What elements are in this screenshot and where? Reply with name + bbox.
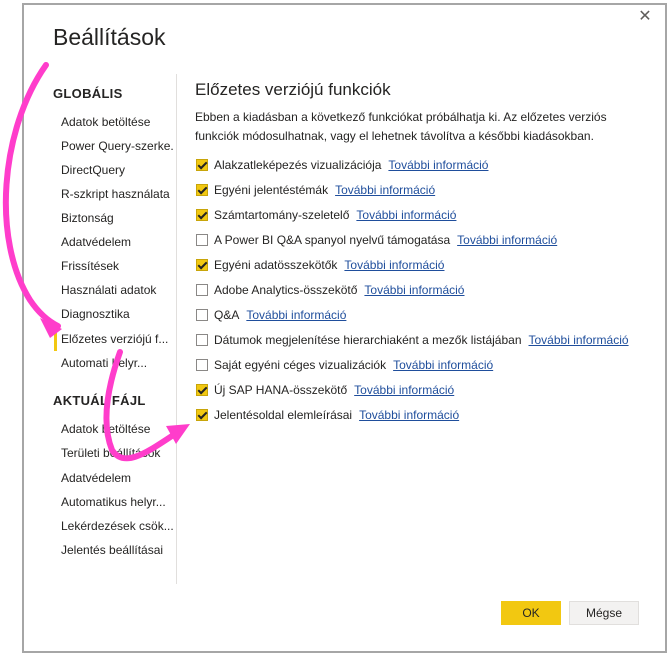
- feature-label: Egyéni jelentéstémák: [214, 183, 329, 197]
- more-info-link[interactable]: További információ: [388, 158, 488, 172]
- feature-checkbox[interactable]: [196, 159, 208, 171]
- sidebar-item-auto-recovery[interactable]: Automati helyr...: [61, 356, 174, 370]
- feature-label: Adobe Analytics-összekötő: [214, 283, 358, 297]
- feature-label: Dátumok megjelenítése hierarchiaként a m…: [214, 333, 522, 347]
- sidebar-item-diagnostics[interactable]: Diagnosztika: [61, 307, 174, 321]
- feature-checkbox[interactable]: [196, 284, 208, 296]
- more-info-link[interactable]: További információ: [356, 208, 456, 222]
- sidebar-item-file-data-load[interactable]: Adatok betöltése: [61, 422, 174, 436]
- feature-checkbox[interactable]: [196, 309, 208, 321]
- feature-row: Egyéni adatösszekötők További információ: [196, 256, 444, 274]
- feature-checkbox[interactable]: [196, 184, 208, 196]
- global-section-header: GLOBÁLIS: [53, 86, 123, 101]
- feature-row: Jelentésoldal elemleírásai További inform…: [196, 406, 459, 424]
- sidebar-divider: [176, 74, 177, 584]
- feature-label: A Power BI Q&A spanyol nyelvű támogatása: [214, 233, 451, 247]
- sidebar-item-usage-data[interactable]: Használati adatok: [61, 283, 174, 297]
- feature-label: Számtartomány-szeletelő: [214, 208, 350, 222]
- feature-checkbox[interactable]: [196, 234, 208, 246]
- current-file-section-header: AKTUÁL FÁJL: [53, 393, 146, 408]
- sidebar-item-preview-features[interactable]: Előzetes verziójú f...: [61, 332, 174, 346]
- feature-row: Q&A További információ: [196, 306, 346, 324]
- feature-label: Q&A: [214, 308, 240, 322]
- preview-description: Ebben a kiadásban a következő funkciókat…: [195, 110, 607, 143]
- feature-row: Egyéni jelentéstémák További információ: [196, 181, 435, 199]
- more-info-link[interactable]: További információ: [359, 408, 459, 422]
- sidebar-item-power-query-editor[interactable]: Power Query-szerke...: [61, 139, 174, 153]
- feature-checkbox[interactable]: [196, 259, 208, 271]
- sidebar-item-security[interactable]: Biztonság: [61, 211, 174, 225]
- sidebar-item-query-reduction[interactable]: Lekérdezések csök...: [61, 519, 174, 533]
- feature-label: Egyéni adatösszekötők: [214, 258, 338, 272]
- feature-row: A Power BI Q&A spanyol nyelvű támogatása…: [196, 231, 557, 249]
- feature-label: Alakzatleképezés vizualizációja: [214, 158, 382, 172]
- sidebar-item-file-auto-recovery[interactable]: Automatikus helyr...: [61, 495, 174, 509]
- sidebar-item-data-load[interactable]: Adatok betöltése: [61, 115, 174, 129]
- more-info-link[interactable]: További információ: [354, 383, 454, 397]
- feature-row: Alakzatleképezés vizualizációja További i…: [196, 156, 488, 174]
- feature-checkbox[interactable]: [196, 384, 208, 396]
- sidebar-item-updates[interactable]: Frissítések: [61, 259, 174, 273]
- feature-checkbox[interactable]: [196, 209, 208, 221]
- feature-row: Számtartomány-szeletelő További informáci…: [196, 206, 456, 224]
- feature-row: Saját egyéni céges vizualizációk További …: [196, 356, 493, 374]
- sidebar-item-report-settings[interactable]: Jelentés beállításai: [61, 543, 174, 557]
- page-title: Előzetes verziójú funkciók: [195, 80, 391, 99]
- more-info-link[interactable]: További információ: [457, 233, 557, 247]
- more-info-link[interactable]: További információ: [393, 358, 493, 372]
- cancel-button[interactable]: Mégse: [569, 601, 639, 625]
- more-info-link[interactable]: További információ: [246, 308, 346, 322]
- sidebar-item-directquery[interactable]: DirectQuery: [61, 163, 174, 177]
- sidebar-item-regional-settings[interactable]: Területi beállítások: [61, 446, 174, 460]
- more-info-link[interactable]: További információ: [529, 333, 629, 347]
- close-icon[interactable]: ✕: [636, 8, 654, 26]
- feature-checkbox[interactable]: [196, 409, 208, 421]
- dialog-title: Beállítások: [53, 24, 166, 50]
- feature-checkbox[interactable]: [196, 359, 208, 371]
- more-info-link[interactable]: További információ: [335, 183, 435, 197]
- feature-row: Új SAP HANA-összekötő További információ: [196, 381, 454, 399]
- sidebar-item-file-privacy[interactable]: Adatvédelem: [61, 471, 174, 485]
- more-info-link[interactable]: További információ: [364, 283, 464, 297]
- sidebar-item-privacy[interactable]: Adatvédelem: [61, 235, 174, 249]
- feature-row: Adobe Analytics-összekötő További informá…: [196, 281, 464, 299]
- feature-label: Új SAP HANA-összekötő: [214, 383, 348, 397]
- feature-row: Dátumok megjelenítése hierarchiaként a m…: [196, 331, 629, 349]
- feature-label: Jelentésoldal elemleírásai: [214, 408, 353, 422]
- feature-label: Saját egyéni céges vizualizációk: [214, 358, 387, 372]
- active-item-indicator: [54, 327, 57, 351]
- feature-checkbox[interactable]: [196, 334, 208, 346]
- more-info-link[interactable]: További információ: [344, 258, 444, 272]
- ok-button[interactable]: OK: [501, 601, 561, 625]
- sidebar-item-r-script[interactable]: R-szkript használata: [61, 187, 174, 201]
